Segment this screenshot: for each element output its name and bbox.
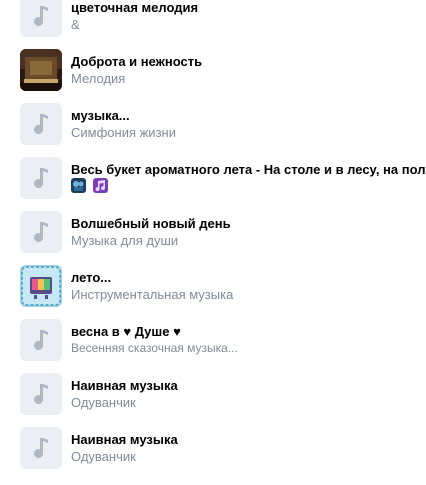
track-row[interactable]: Волшебный новый день Музыка для души	[0, 202, 426, 256]
track-artist[interactable]: Музыка для души	[71, 233, 178, 248]
track-row[interactable]: Наивная музыка Одуванчик	[0, 418, 426, 472]
track-artist[interactable]: Мелодия	[71, 71, 125, 86]
track-artist[interactable]: Весенняя сказочная музыка...	[71, 341, 238, 355]
track-title: Весь букет ароматного лета - На столе и …	[71, 162, 426, 177]
track-title: Волшебный новый день	[71, 216, 231, 231]
track-list: цветочная мелодия & Доброта и нежность М…	[0, 0, 426, 472]
music-note-icon	[20, 427, 62, 469]
track-title: цветочная мелодия	[71, 0, 199, 15]
track-title: весна в ♥ Душе ♥	[71, 324, 181, 339]
album-art	[20, 265, 62, 307]
track-title: Наивная музыка	[71, 378, 178, 393]
track-artist-emoji[interactable]	[71, 178, 111, 194]
music-note-icon	[20, 103, 62, 145]
track-row[interactable]: лето... Инструментальная музыка	[0, 256, 426, 310]
track-row[interactable]: Доброта и нежность Мелодия	[0, 40, 426, 94]
album-art	[20, 49, 62, 91]
track-title: музыка...	[71, 108, 130, 123]
film-projector-emoji	[71, 178, 86, 193]
music-note-icon	[20, 0, 62, 37]
music-note-icon	[20, 373, 62, 415]
music-note-icon	[20, 157, 62, 199]
track-artist[interactable]: Инструментальная музыка	[71, 287, 233, 302]
track-artist[interactable]: Симфония жизни	[71, 125, 176, 140]
music-note-icon	[20, 211, 62, 253]
track-row[interactable]: музыка... Симфония жизни	[0, 94, 426, 148]
track-title: лето...	[71, 270, 112, 285]
track-title: Наивная музыка	[71, 432, 178, 447]
track-row[interactable]: цветочная мелодия &	[0, 0, 426, 40]
track-artist[interactable]: &	[71, 17, 80, 32]
track-artist[interactable]: Одуванчик	[71, 395, 136, 410]
track-row[interactable]: Наивная музыка Одуванчик	[0, 364, 426, 418]
music-note-icon	[20, 319, 62, 361]
track-row[interactable]: Весь букет ароматного лета - На столе и …	[0, 148, 426, 202]
musical-notes-emoji	[93, 178, 109, 193]
track-title: Доброта и нежность	[71, 54, 203, 69]
track-artist[interactable]: Одуванчик	[71, 449, 136, 464]
track-row[interactable]: весна в ♥ Душе ♥ Весенняя сказочная музы…	[0, 310, 426, 364]
